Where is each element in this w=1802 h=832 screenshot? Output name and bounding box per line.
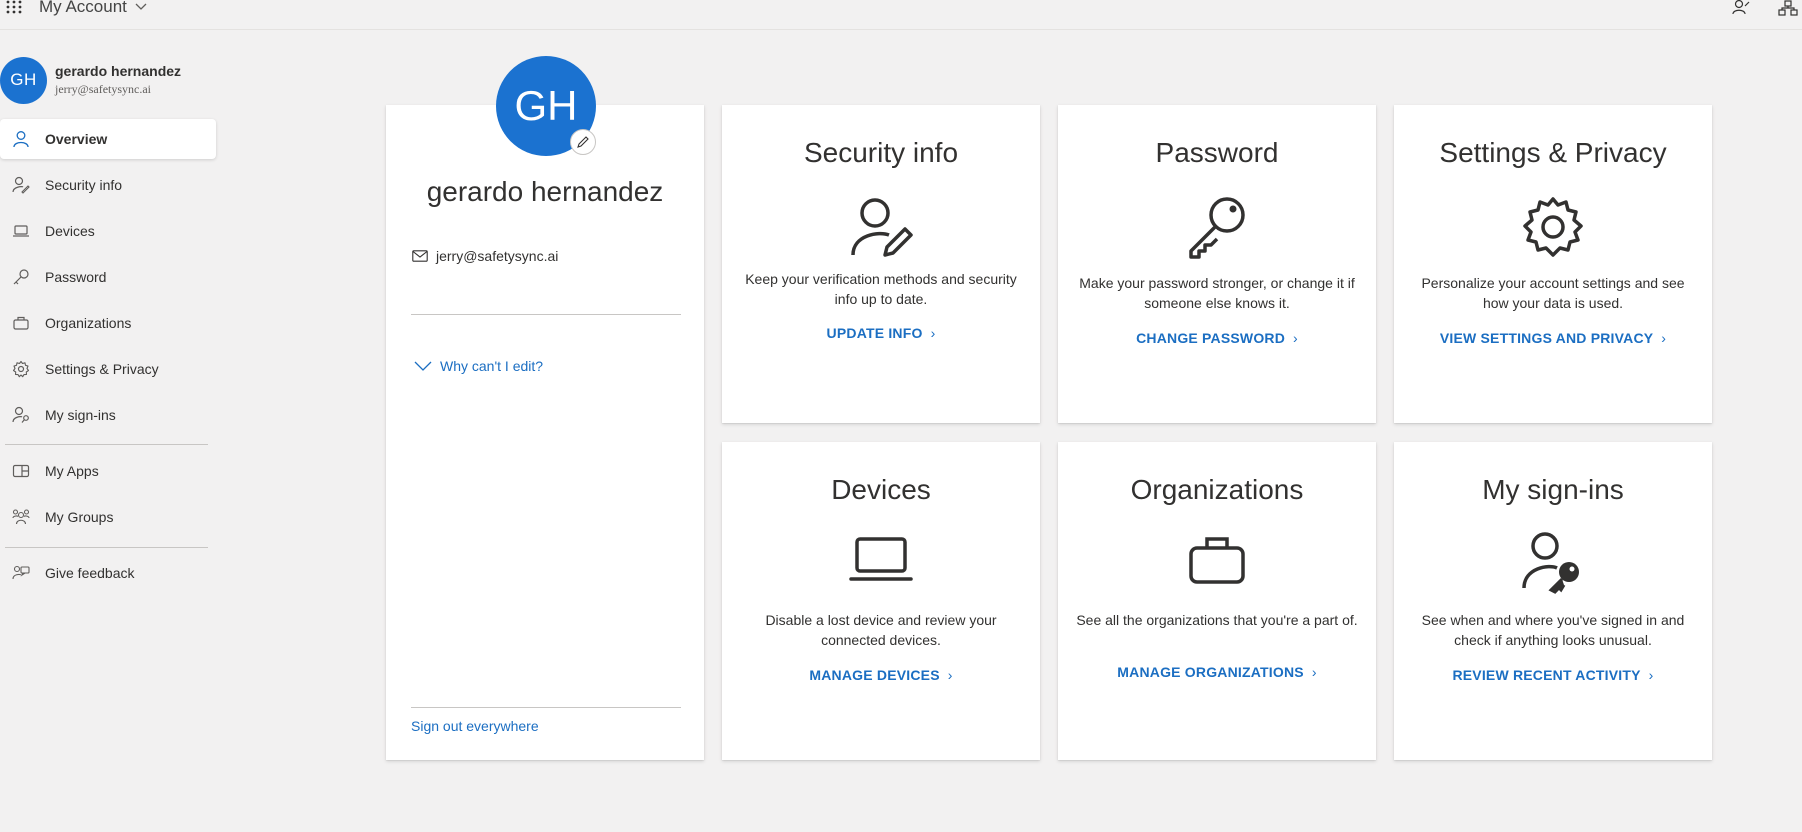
- tile-title: Devices: [831, 474, 931, 505]
- profile-divider: [411, 314, 681, 315]
- tile-link-label: VIEW SETTINGS AND PRIVACY: [1439, 330, 1654, 346]
- app-title-dropdown[interactable]: My Account: [39, 0, 147, 17]
- tile-title: Settings & Privacy: [1439, 137, 1667, 168]
- tile-title: My sign-ins: [1482, 474, 1624, 505]
- sidebar-item-give-feedback[interactable]: Give feedback: [0, 553, 216, 593]
- tile-description: See all the organizations that you're a …: [1076, 612, 1358, 628]
- view-settings-privacy-link[interactable]: VIEW SETTINGS AND PRIVACY ›: [1394, 330, 1712, 346]
- gear-icon: [12, 360, 30, 378]
- user-block: GH gerardo hernandez jerry@safetysync.ai: [0, 55, 181, 105]
- app-launcher-icon[interactable]: [5, 0, 23, 14]
- sidebar-item-label: Password: [45, 269, 107, 285]
- sidebar-item-label: My Apps: [45, 463, 99, 479]
- sidebar-item-my-apps[interactable]: My Apps: [0, 451, 216, 491]
- feedback-icon: [12, 564, 30, 582]
- avatar[interactable]: GH: [0, 56, 47, 104]
- sidebar-item-overview[interactable]: Overview: [0, 119, 216, 159]
- sidebar-item-my-sign-ins[interactable]: My sign-ins: [0, 395, 216, 435]
- tile-description: See when and where you've signed in and …: [1421, 612, 1685, 648]
- sidebar-item-label: Organizations: [45, 315, 132, 331]
- sidebar-item-settings-privacy[interactable]: Settings & Privacy: [0, 349, 216, 389]
- tile-link-label: MANAGE DEVICES: [809, 667, 940, 683]
- chevron-right-icon: ›: [930, 325, 936, 341]
- user-name: gerardo hernandez: [55, 63, 182, 79]
- tile-title: Password: [1155, 137, 1279, 168]
- sidebar-item-password[interactable]: Password: [0, 257, 216, 297]
- sidebar-item-label: Give feedback: [45, 565, 135, 581]
- mail-icon: [412, 250, 428, 262]
- review-recent-activity-link[interactable]: REVIEW RECENT ACTIVITY ›: [1394, 667, 1712, 683]
- apps-icon: [12, 462, 30, 480]
- sidebar-item-label: My Groups: [45, 509, 114, 525]
- chevron-right-icon: ›: [1311, 664, 1317, 680]
- tile-security-info: Security info Keep your verification met…: [722, 105, 1040, 423]
- sidebar-divider: [5, 547, 208, 548]
- app-title: My Account: [39, 0, 127, 16]
- tile-link-label: REVIEW RECENT ACTIVITY: [1452, 667, 1641, 683]
- org-chart-icon[interactable]: [1778, 0, 1798, 16]
- tile-link-label: UPDATE INFO: [826, 325, 923, 341]
- profile-name: gerardo hernandez: [426, 176, 664, 207]
- gear-icon: [1521, 195, 1585, 259]
- why-cant-i-edit-label: Why can't I edit?: [440, 358, 544, 374]
- chevron-right-icon: ›: [1661, 330, 1667, 346]
- profile-email: jerry@safetysync.ai: [412, 248, 558, 264]
- tile-organizations: Organizations See all the organizations …: [1058, 442, 1376, 760]
- edit-photo-button[interactable]: [570, 129, 596, 155]
- update-info-link[interactable]: UPDATE INFO ›: [722, 325, 1040, 341]
- user-email: jerry@safetysync.ai: [55, 82, 152, 96]
- change-password-link[interactable]: CHANGE PASSWORD ›: [1058, 330, 1376, 346]
- tile-description: Keep your verification methods and secur…: [745, 271, 1017, 307]
- key-icon: [1185, 195, 1249, 259]
- sidebar-item-label: My sign-ins: [45, 407, 116, 423]
- sidebar-item-label: Settings & Privacy: [45, 361, 159, 377]
- manage-organizations-link[interactable]: MANAGE ORGANIZATIONS ›: [1058, 664, 1376, 680]
- tile-password: Password Make your password stronger, or…: [1058, 105, 1376, 423]
- sidebar-divider: [5, 444, 208, 445]
- profile-divider: [411, 707, 681, 708]
- tile-description: Personalize your account settings and se…: [1421, 275, 1685, 311]
- tile-my-sign-ins: My sign-ins See when and where you've si…: [1394, 442, 1712, 760]
- tile-link-label: MANAGE ORGANIZATIONS: [1117, 664, 1304, 680]
- person-icon: [12, 130, 30, 148]
- laptop-icon: [849, 535, 913, 585]
- why-cant-i-edit-toggle[interactable]: Why can't I edit?: [414, 358, 543, 374]
- sidebar-item-security-info[interactable]: Security info: [0, 165, 216, 205]
- sidebar-item-devices[interactable]: Devices: [0, 211, 216, 251]
- person-edit-icon: [849, 195, 913, 259]
- pencil-icon: [576, 135, 590, 149]
- tile-title: Organizations: [1130, 474, 1304, 505]
- briefcase-icon: [12, 314, 30, 332]
- person-edit-icon: [12, 176, 30, 194]
- chevron-down-icon: [414, 361, 432, 371]
- sidebar-item-label: Overview: [45, 131, 108, 147]
- profile-email-text: jerry@safetysync.ai: [436, 248, 559, 264]
- chevron-down-icon: [135, 3, 147, 11]
- sign-out-everywhere-link[interactable]: Sign out everywhere: [411, 718, 539, 734]
- chevron-right-icon: ›: [1293, 330, 1298, 346]
- tile-description: Disable a lost device and review your co…: [765, 612, 997, 648]
- sidebar-item-label: Devices: [45, 223, 95, 239]
- sidebar-item-my-groups[interactable]: My Groups: [0, 497, 216, 537]
- sidebar-item-label: Security info: [45, 177, 123, 193]
- tile-link-label: CHANGE PASSWORD: [1136, 330, 1286, 346]
- sidebar-item-organizations[interactable]: Organizations: [0, 303, 216, 343]
- tile-devices: Devices Disable a lost device and review…: [722, 442, 1040, 760]
- person-key-icon: [1521, 530, 1585, 594]
- contact-icon[interactable]: [1731, 0, 1751, 16]
- tile-title: Security info: [803, 137, 959, 168]
- top-bar: My Account: [0, 0, 1802, 30]
- person-key-icon: [12, 406, 30, 424]
- key-icon: [12, 268, 30, 286]
- manage-devices-link[interactable]: MANAGE DEVICES ›: [722, 667, 1040, 683]
- chevron-right-icon: ›: [1648, 667, 1654, 683]
- laptop-icon: [12, 222, 30, 240]
- chevron-right-icon: ›: [947, 667, 953, 683]
- people-icon: [12, 508, 30, 526]
- tile-settings-privacy: Settings & Privacy Personalize your acco…: [1394, 105, 1712, 423]
- tile-description: Make your password stronger, or change i…: [1079, 275, 1355, 311]
- briefcase-icon: [1187, 534, 1247, 586]
